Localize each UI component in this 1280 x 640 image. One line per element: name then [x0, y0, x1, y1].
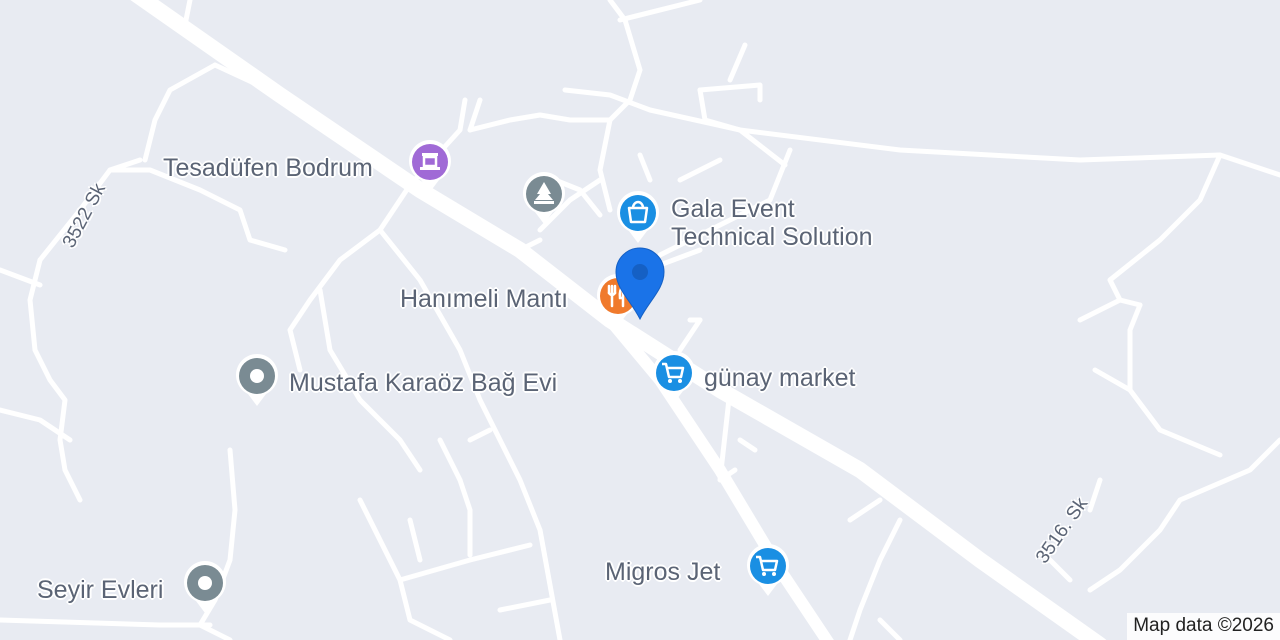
- location-pin-icon[interactable]: [613, 245, 667, 321]
- poi-gala-event-label-line2: Technical Solution: [671, 223, 873, 251]
- map-attribution[interactable]: Map data ©2026: [1127, 613, 1280, 640]
- poi-gala-event-label[interactable]: Gala Event Technical Solution: [671, 195, 873, 251]
- poi-gala-event-marker[interactable]: [615, 191, 661, 245]
- poi-tesadufen-bodrum-marker[interactable]: [407, 140, 453, 194]
- place-icon: [250, 369, 264, 383]
- poi-mustafa-karaoz-label[interactable]: Mustafa Karaöz Bağ Evi: [289, 369, 557, 397]
- poi-seyir-evleri-marker[interactable]: [182, 561, 228, 615]
- poi-gala-event-label-line1: Gala Event: [671, 195, 795, 223]
- poi-gunay-market-marker[interactable]: [651, 351, 697, 405]
- poi-seyir-evleri-label[interactable]: Seyir Evleri: [37, 576, 163, 604]
- poi-park-marker[interactable]: [521, 172, 567, 226]
- poi-hanimeli-manti-label[interactable]: Hanımeli Mantı: [400, 285, 568, 313]
- poi-mustafa-karaoz-marker[interactable]: [234, 354, 280, 408]
- poi-gunay-market-label[interactable]: günay market: [704, 364, 855, 392]
- map-canvas[interactable]: 3522 Sk 3516. Sk Tesadüfen Bodrum Gala E…: [0, 0, 1280, 640]
- poi-migros-jet-marker[interactable]: [745, 544, 791, 598]
- place-icon: [198, 576, 212, 590]
- poi-migros-jet-label[interactable]: Migros Jet: [605, 558, 720, 586]
- poi-tesadufen-bodrum-label[interactable]: Tesadüfen Bodrum: [163, 154, 373, 182]
